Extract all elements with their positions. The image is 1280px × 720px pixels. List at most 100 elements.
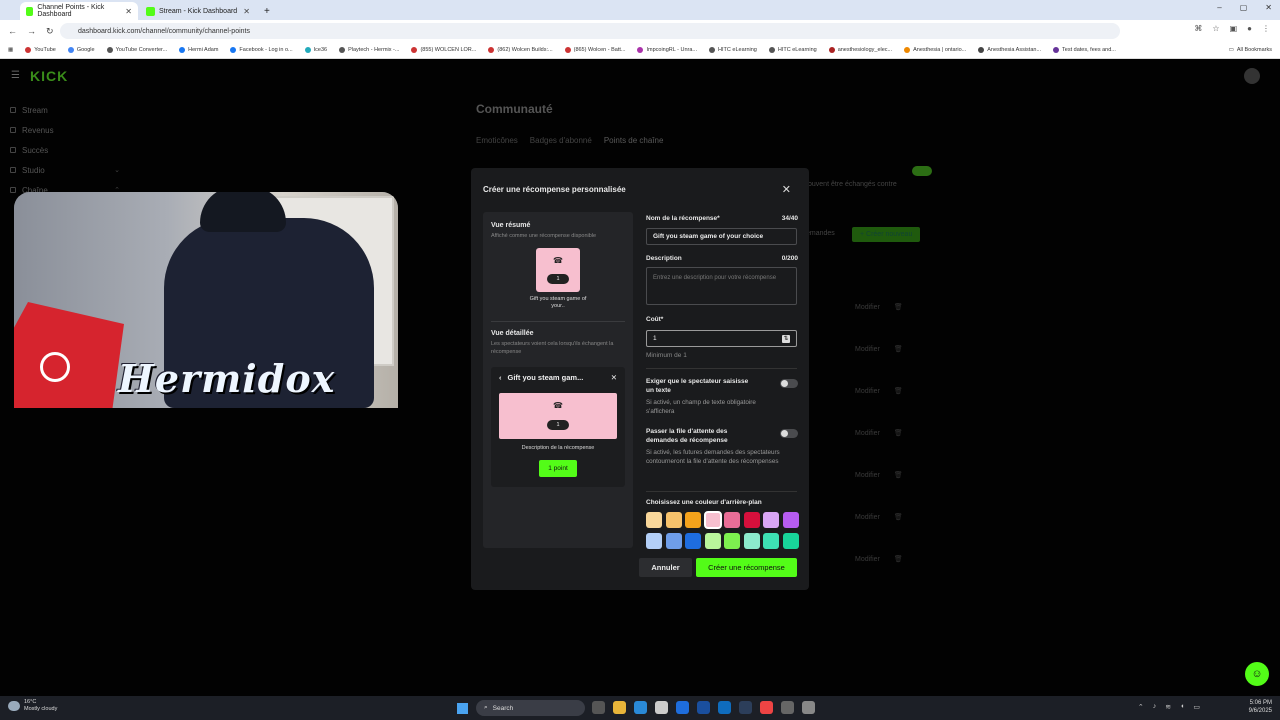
app-icon[interactable]	[802, 701, 815, 714]
tab-badges[interactable]: Badges d'abonné	[530, 136, 592, 145]
forward-icon[interactable]: →	[27, 26, 36, 37]
description-textarea[interactable]: Entrez une description pour votre récomp…	[646, 267, 797, 305]
reload-icon[interactable]: ↻	[46, 26, 54, 37]
profile-icon[interactable]: ●	[1247, 24, 1252, 33]
skip-queue-toggle[interactable]	[780, 429, 798, 438]
modify-button[interactable]: Modifier	[855, 304, 880, 311]
bookmark-item[interactable]: YouTube	[25, 47, 56, 53]
tab-channel-points[interactable]: Channel Points - Kick Dashboard ✕	[20, 2, 138, 20]
color-swatch[interactable]	[703, 511, 722, 529]
cancel-button[interactable]: Annuler	[639, 558, 692, 577]
extension-icon[interactable]: ▣	[1230, 24, 1238, 33]
tab-emoticones[interactable]: Emoticônes	[476, 136, 518, 145]
wifi-icon[interactable]: ≋	[1165, 703, 1171, 711]
chevron-up-icon[interactable]: ⌃	[1138, 703, 1144, 711]
taskbar-search[interactable]: ⌕ Search	[476, 700, 585, 716]
bookmark-item[interactable]: anesthesiology_elec...	[828, 47, 892, 53]
color-swatch[interactable]	[763, 512, 779, 528]
tab-channel-points[interactable]: Points de chaîne	[604, 136, 664, 145]
chevron-left-icon[interactable]: ‹	[499, 373, 502, 382]
all-bookmarks[interactable]: ▭ All Bookmarks	[1229, 47, 1280, 53]
tab-stream[interactable]: Stream - Kick Dashboard ✕	[140, 2, 256, 20]
apps-icon[interactable]: ▦	[8, 47, 13, 53]
bookmark-item[interactable]: Facebook - Log in o...	[230, 47, 293, 53]
mic-icon[interactable]: ♪	[1153, 703, 1157, 711]
bookmark-item[interactable]: Anesthesia | ontario...	[904, 47, 966, 53]
sidebar-item-revenus[interactable]: Revenus	[10, 120, 120, 140]
trash-icon[interactable]: 🗑	[894, 387, 903, 395]
back-icon[interactable]: ←	[8, 26, 17, 37]
close-icon[interactable]: ✕	[125, 7, 132, 16]
store-icon[interactable]	[655, 701, 668, 714]
app-icon[interactable]	[697, 701, 710, 714]
app-icon[interactable]	[781, 701, 794, 714]
color-swatch[interactable]	[646, 512, 662, 528]
color-swatch[interactable]	[665, 512, 682, 528]
trash-icon[interactable]: 🗑	[894, 429, 903, 437]
bookmark-item[interactable]: Ice36	[304, 47, 327, 53]
bookmark-item[interactable]: (855) WOLCEN LOR...	[411, 47, 476, 53]
color-swatch[interactable]	[782, 512, 799, 528]
color-swatch[interactable]	[743, 512, 760, 528]
bookmark-item[interactable]: (862) Wolcen Builds:...	[488, 47, 553, 53]
bookmark-item[interactable]: ImpcoingRL - Unra...	[637, 47, 697, 53]
windows-start-icon[interactable]	[457, 703, 468, 714]
close-window-icon[interactable]: ✕	[1265, 3, 1272, 12]
close-icon[interactable]: ✕	[782, 183, 791, 196]
menu-icon[interactable]: ⋮	[1262, 24, 1270, 33]
app-icon[interactable]	[676, 701, 689, 714]
demandes-link[interactable]: emandes	[806, 230, 835, 237]
chrome-icon[interactable]	[760, 701, 773, 714]
color-swatch[interactable]	[646, 533, 662, 549]
bookmark-item[interactable]: Hermi Adam	[179, 47, 218, 53]
sidebar-item-succes[interactable]: Succès	[10, 140, 120, 160]
sidebar-item-studio[interactable]: Studio ⌄	[10, 160, 120, 180]
modify-button[interactable]: Modifier	[855, 430, 880, 437]
color-swatch[interactable]	[685, 533, 701, 549]
trash-icon[interactable]: 🗑	[894, 303, 903, 311]
steam-icon[interactable]	[739, 701, 752, 714]
color-swatch[interactable]	[763, 533, 779, 549]
stepper-icon[interactable]: ⇅	[782, 334, 790, 343]
modify-button[interactable]: Modifier	[855, 514, 880, 521]
channel-points-toggle[interactable]	[912, 166, 932, 176]
trash-icon[interactable]: 🗑	[894, 345, 903, 353]
bookmark-item[interactable]: YouTube Converter...	[106, 47, 167, 53]
volume-icon[interactable]: ◖	[1180, 703, 1184, 711]
file-explorer-icon[interactable]	[613, 701, 626, 714]
trash-icon[interactable]: 🗑	[894, 513, 903, 521]
hamburger-menu-icon[interactable]: ☰	[11, 70, 20, 81]
color-swatch[interactable]	[743, 533, 760, 549]
modify-button[interactable]: Modifier	[855, 346, 880, 353]
color-swatch[interactable]	[704, 533, 721, 549]
close-icon[interactable]: ✕	[243, 7, 250, 16]
task-view-icon[interactable]	[592, 701, 605, 714]
taskbar-clock[interactable]: 5:06 PM 9/6/2025	[1249, 699, 1272, 716]
kick-logo[interactable]: KICK	[30, 68, 68, 84]
new-tab-button[interactable]: +	[258, 2, 274, 20]
bookmark-item[interactable]: Anesthesia Assistan...	[978, 47, 1041, 53]
edge-icon[interactable]	[634, 701, 647, 714]
minimize-icon[interactable]: –	[1217, 3, 1221, 12]
sidebar-item-stream[interactable]: Stream	[10, 100, 120, 120]
bookmark-item[interactable]: HITC eLearning	[768, 47, 817, 53]
battery-icon[interactable]: ▭	[1193, 703, 1200, 711]
trash-icon[interactable]: 🗑	[894, 471, 903, 479]
color-swatch[interactable]	[665, 533, 682, 549]
bookmark-item[interactable]: Test dates, fees and...	[1053, 47, 1116, 53]
outlook-icon[interactable]	[718, 701, 731, 714]
bookmark-item[interactable]: Google	[67, 47, 95, 53]
translate-icon[interactable]: ⌘	[1194, 24, 1202, 33]
bookmark-item[interactable]: HITC eLearning	[709, 47, 757, 53]
close-icon[interactable]: ✕	[611, 373, 617, 382]
redeem-button[interactable]: 1 point	[539, 460, 577, 477]
cost-input[interactable]: 1 ⇅	[646, 330, 797, 347]
weather-widget[interactable]: 16°C Mostly cloudy	[8, 699, 57, 713]
modify-button[interactable]: Modifier	[855, 388, 880, 395]
bookmark-star-icon[interactable]: ☆	[1212, 24, 1219, 33]
create-reward-button[interactable]: Créer une récompense	[696, 558, 797, 577]
modify-button[interactable]: Modifier	[855, 556, 880, 563]
require-text-toggle[interactable]	[780, 379, 798, 388]
chat-help-button[interactable]: ☺	[1245, 662, 1269, 686]
create-new-button[interactable]: + Créer nouveau	[852, 227, 921, 242]
